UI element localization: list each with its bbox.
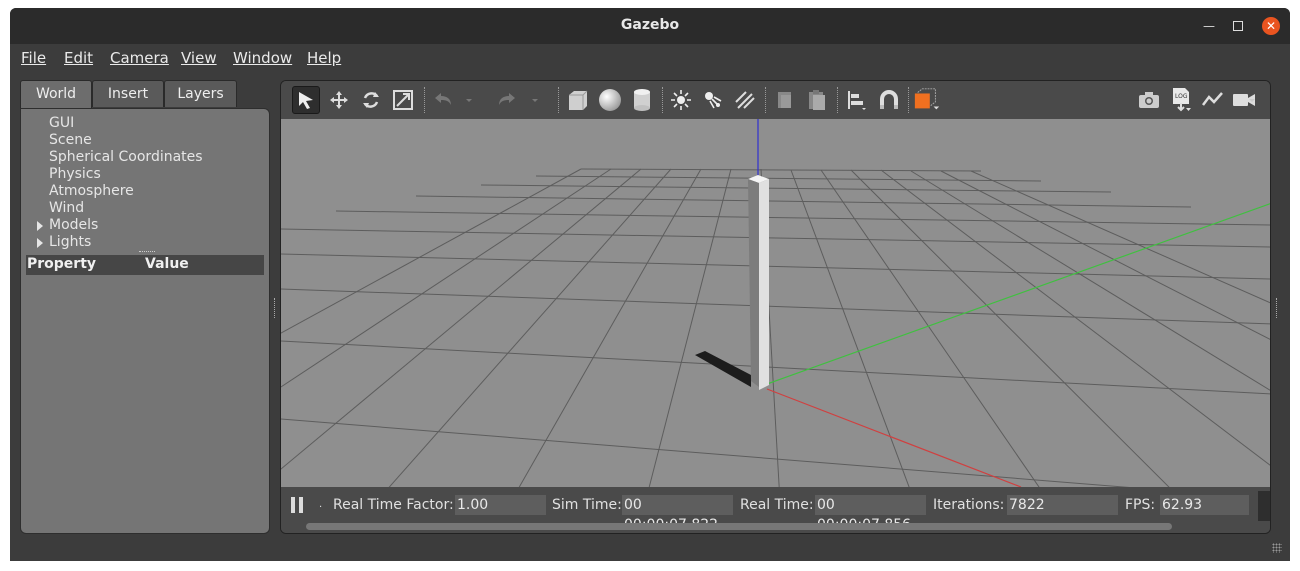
left-splitter-handle[interactable] bbox=[274, 298, 278, 318]
iterations-label: Iterations: bbox=[933, 497, 1005, 513]
tree-item-lights-label: Lights bbox=[49, 234, 92, 250]
redo-icon[interactable] bbox=[493, 86, 521, 114]
resize-grip[interactable] bbox=[1272, 543, 1282, 553]
property-column-header: Property bbox=[27, 256, 97, 272]
copy-icon[interactable] bbox=[771, 86, 799, 114]
tree-item-models[interactable]: Models bbox=[37, 217, 99, 233]
tab-layers[interactable]: Layers bbox=[164, 80, 237, 107]
toolbar-separator bbox=[765, 87, 767, 113]
maximize-icon[interactable] bbox=[1229, 17, 1247, 35]
expand-arrow-icon[interactable] bbox=[37, 238, 43, 248]
value-column-header: Value bbox=[145, 256, 189, 272]
title-bar: Gazebo — ✕ bbox=[10, 8, 1290, 44]
real-time-label: Real Time: bbox=[740, 497, 814, 513]
menu-camera[interactable]: Camera bbox=[110, 49, 169, 67]
tree-item-atmosphere[interactable]: Atmosphere bbox=[49, 183, 134, 199]
status-bar: . Real Time Factor: 1.00 Sim Time: 00 00… bbox=[281, 487, 1270, 533]
toolbar-separator bbox=[424, 87, 426, 113]
sphere-icon[interactable] bbox=[596, 86, 624, 114]
plot-icon[interactable] bbox=[1199, 86, 1227, 114]
log-icon[interactable]: LOG bbox=[1167, 86, 1195, 114]
status-overflow bbox=[1258, 491, 1270, 521]
menu-view[interactable]: View bbox=[181, 49, 217, 67]
paste-icon[interactable] bbox=[803, 86, 831, 114]
tree-item-spherical-coordinates[interactable]: Spherical Coordinates bbox=[49, 149, 203, 165]
directional-light-icon[interactable] bbox=[731, 86, 759, 114]
property-header: Property Value bbox=[26, 255, 264, 275]
step-indicator: . bbox=[319, 499, 323, 510]
minimize-icon[interactable]: — bbox=[1200, 17, 1218, 35]
tree-item-gui[interactable]: GUI bbox=[49, 115, 74, 131]
redo-history-icon[interactable] bbox=[529, 86, 541, 114]
toolbar-separator bbox=[558, 87, 560, 113]
tree-item-lights[interactable]: Lights bbox=[37, 234, 92, 250]
expand-arrow-icon[interactable] bbox=[37, 221, 43, 231]
sim-time-label: Sim Time: bbox=[552, 497, 622, 513]
toolbar-separator bbox=[908, 87, 910, 113]
tree-item-physics[interactable]: Physics bbox=[49, 166, 101, 182]
screenshot-icon[interactable] bbox=[1135, 86, 1163, 114]
menu-window[interactable]: Window bbox=[233, 49, 292, 67]
pause-icon[interactable] bbox=[291, 497, 305, 513]
select-icon[interactable] bbox=[292, 86, 320, 114]
render-viewport: LOG . Real Time Factor: 1.00 Sim Time: 0… bbox=[280, 80, 1271, 534]
gazebo-window: Gazebo — ✕ File Edit Camera View Window … bbox=[10, 8, 1290, 561]
real-time-factor-label: Real Time Factor: bbox=[333, 497, 454, 513]
left-panel: World Insert Layers GUI Scene Spherical … bbox=[20, 80, 270, 534]
right-splitter-handle[interactable] bbox=[1276, 298, 1280, 318]
fps-value: 62.93 bbox=[1160, 495, 1249, 515]
view-angle-icon[interactable] bbox=[913, 86, 941, 114]
sim-time-value: 00 00:00:07.822 bbox=[622, 495, 733, 533]
toolbar-separator bbox=[837, 87, 839, 113]
translate-icon[interactable] bbox=[325, 86, 353, 114]
tab-world[interactable]: World bbox=[20, 80, 92, 109]
left-tabs: World Insert Layers bbox=[20, 80, 270, 109]
tree-item-wind[interactable]: Wind bbox=[49, 200, 84, 216]
svg-text:LOG: LOG bbox=[1175, 93, 1188, 100]
snap-icon[interactable] bbox=[875, 86, 903, 114]
real-time-value: 00 00:00:07.856 bbox=[815, 495, 926, 533]
scene-canvas bbox=[281, 119, 1270, 520]
menu-file[interactable]: File bbox=[21, 49, 46, 67]
status-scrollbar[interactable] bbox=[306, 523, 1172, 530]
cylinder-icon[interactable] bbox=[628, 86, 656, 114]
menu-edit[interactable]: Edit bbox=[64, 49, 93, 67]
point-light-icon[interactable] bbox=[667, 86, 695, 114]
toolbar: LOG bbox=[281, 81, 1270, 120]
panel-splitter-handle[interactable] bbox=[139, 251, 155, 254]
box-icon[interactable] bbox=[564, 86, 592, 114]
menu-bar: File Edit Camera View Window Help bbox=[10, 44, 1290, 72]
model-pillar bbox=[748, 175, 769, 390]
tree-item-models-label: Models bbox=[49, 217, 99, 233]
undo-history-icon[interactable] bbox=[463, 86, 475, 114]
close-icon[interactable]: ✕ bbox=[1262, 17, 1280, 35]
align-icon[interactable] bbox=[843, 86, 871, 114]
real-time-factor-value: 1.00 bbox=[455, 495, 546, 515]
toolbar-separator bbox=[662, 87, 664, 113]
menu-help[interactable]: Help bbox=[307, 49, 341, 67]
3d-scene[interactable] bbox=[281, 119, 1270, 520]
tree-item-scene[interactable]: Scene bbox=[49, 132, 92, 148]
window-title: Gazebo bbox=[620, 17, 680, 33]
world-panel: GUI Scene Spherical Coordinates Physics … bbox=[20, 108, 270, 534]
video-options-icon[interactable] bbox=[1245, 93, 1259, 107]
iterations-value: 7822 bbox=[1007, 495, 1118, 515]
scale-icon[interactable] bbox=[389, 86, 417, 114]
tab-insert[interactable]: Insert bbox=[92, 80, 164, 107]
rotate-icon[interactable] bbox=[357, 86, 385, 114]
spot-light-icon[interactable] bbox=[699, 86, 727, 114]
undo-icon[interactable] bbox=[429, 86, 457, 114]
fps-label: FPS: bbox=[1125, 497, 1156, 513]
